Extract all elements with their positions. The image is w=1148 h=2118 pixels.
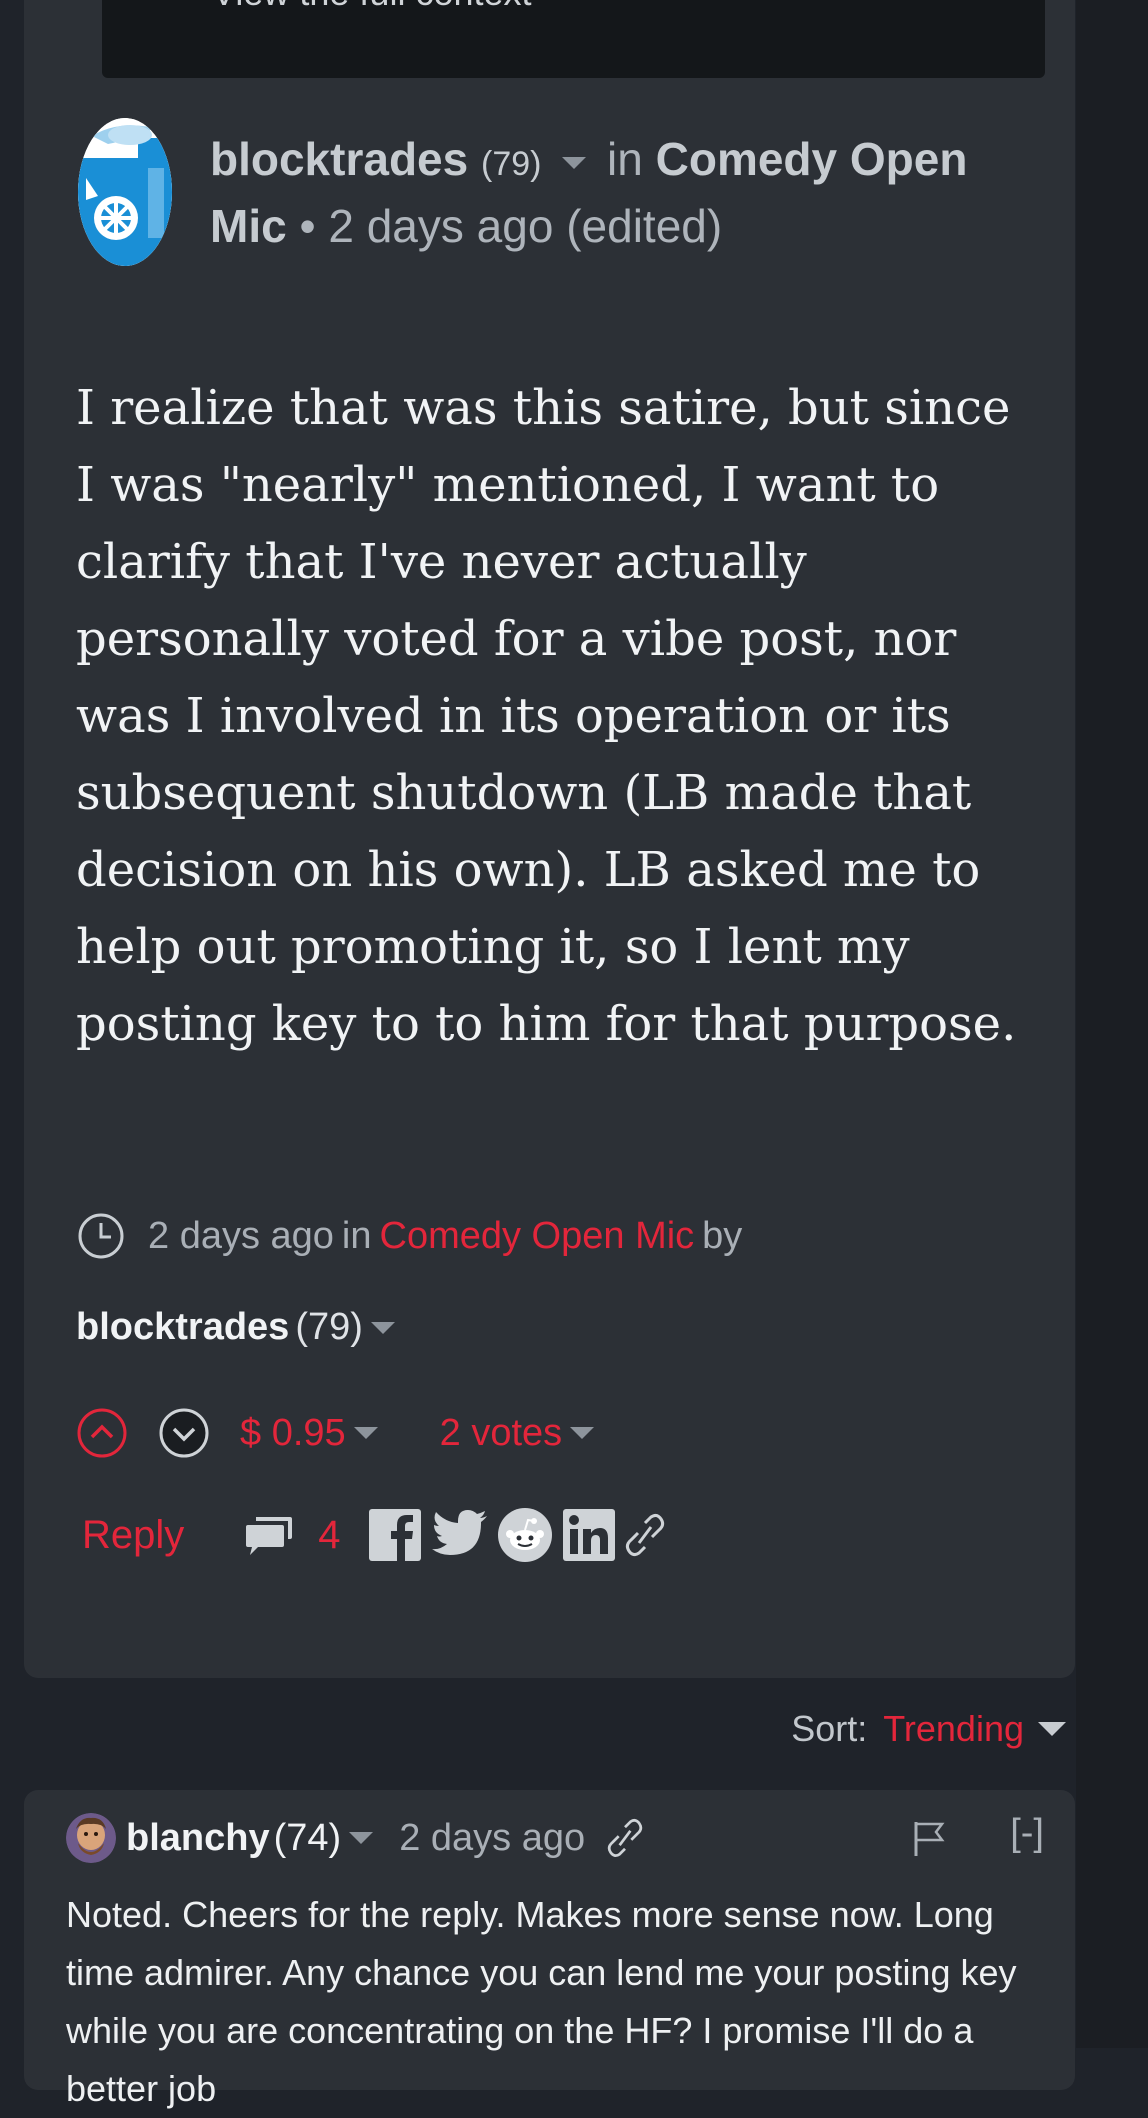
reply-author[interactable]: blanchy xyxy=(126,1817,270,1860)
linkedin-icon[interactable] xyxy=(561,1507,617,1563)
author-dropdown-icon[interactable] xyxy=(562,156,587,169)
comment-icon xyxy=(246,1517,293,1555)
collapse-button[interactable]: [-] xyxy=(1010,1812,1044,1855)
reply-avatar[interactable] xyxy=(66,1813,116,1863)
reply-header: blanchy (74) 2 days ago [-] xyxy=(66,1810,1056,1866)
facebook-icon[interactable] xyxy=(367,1507,423,1563)
share-icons xyxy=(367,1507,665,1563)
sort-control[interactable]: Sort: Trending xyxy=(791,1708,1066,1750)
votes-dropdown-icon[interactable] xyxy=(570,1427,595,1439)
author-reputation: (79) xyxy=(481,145,542,183)
reply-reputation: (74) xyxy=(273,1816,342,1859)
comments-link[interactable]: 4 xyxy=(244,1512,341,1558)
byline: blocktrades (79) xyxy=(76,1306,403,1349)
sort-value[interactable]: Trending xyxy=(883,1708,1024,1750)
payout-dropdown-icon[interactable] xyxy=(353,1427,378,1439)
meta-in: in xyxy=(341,1214,372,1257)
separator: • xyxy=(299,200,316,252)
comment-count: 4 xyxy=(318,1512,341,1557)
blocktrades-logo xyxy=(78,118,172,266)
payout[interactable]: $ 0.95 xyxy=(240,1412,386,1455)
reply-link-icon[interactable] xyxy=(607,1818,643,1858)
upvote-icon[interactable] xyxy=(76,1407,128,1459)
vote-row: $ 0.95 2 votes xyxy=(76,1405,602,1461)
author-name[interactable]: blocktrades xyxy=(210,133,468,185)
action-row: Reply 4 xyxy=(76,1500,665,1570)
flag-icon[interactable] xyxy=(912,1820,946,1858)
edited-label: (edited) xyxy=(566,200,723,252)
votes[interactable]: 2 votes xyxy=(440,1412,603,1455)
payout-value: $ 0.95 xyxy=(240,1411,346,1454)
clock-icon xyxy=(78,1213,124,1259)
twitter-icon[interactable] xyxy=(431,1509,489,1561)
meta-by: by xyxy=(702,1214,743,1257)
post-header: blocktrades (79) in Comedy Open Mic • 2 … xyxy=(210,128,990,257)
reply-age[interactable]: 2 days ago xyxy=(399,1817,585,1860)
post-meta: 2 days ago in Comedy Open Mic by xyxy=(76,1210,742,1262)
post-age[interactable]: 2 days ago xyxy=(328,200,553,252)
context-box[interactable]: View the full context xyxy=(102,0,1045,78)
author-avatar[interactable] xyxy=(78,118,172,266)
reply-button[interactable]: Reply xyxy=(82,1513,184,1558)
reply-body: Noted. Cheers for the reply. Makes more … xyxy=(66,1894,1017,2109)
link-icon[interactable] xyxy=(625,1513,665,1557)
reply-card: blanchy (74) 2 days ago [-] Noted. Cheer… xyxy=(24,1790,1075,2109)
byline-dropdown-icon[interactable] xyxy=(370,1321,395,1334)
view-full-context-link[interactable]: View the full context xyxy=(212,0,532,14)
votes-count: 2 votes xyxy=(439,1411,563,1454)
post-body: I realize that was this satire, but sinc… xyxy=(76,380,1017,1052)
right-margin xyxy=(1076,0,1148,2048)
sort-dropdown-icon[interactable] xyxy=(1038,1722,1066,1736)
blanchy-avatar-image xyxy=(66,1813,116,1863)
reply-author-dropdown-icon[interactable] xyxy=(349,1832,374,1844)
in-label: in xyxy=(607,133,643,185)
downvote-icon[interactable] xyxy=(158,1407,210,1459)
meta-community-link[interactable]: Comedy Open Mic xyxy=(380,1215,695,1258)
sort-label: Sort: xyxy=(791,1708,868,1749)
byline-reputation: (79) xyxy=(295,1306,363,1348)
byline-author[interactable]: blocktrades xyxy=(76,1306,289,1349)
meta-age: 2 days ago xyxy=(148,1214,334,1257)
reddit-icon[interactable] xyxy=(497,1507,553,1563)
